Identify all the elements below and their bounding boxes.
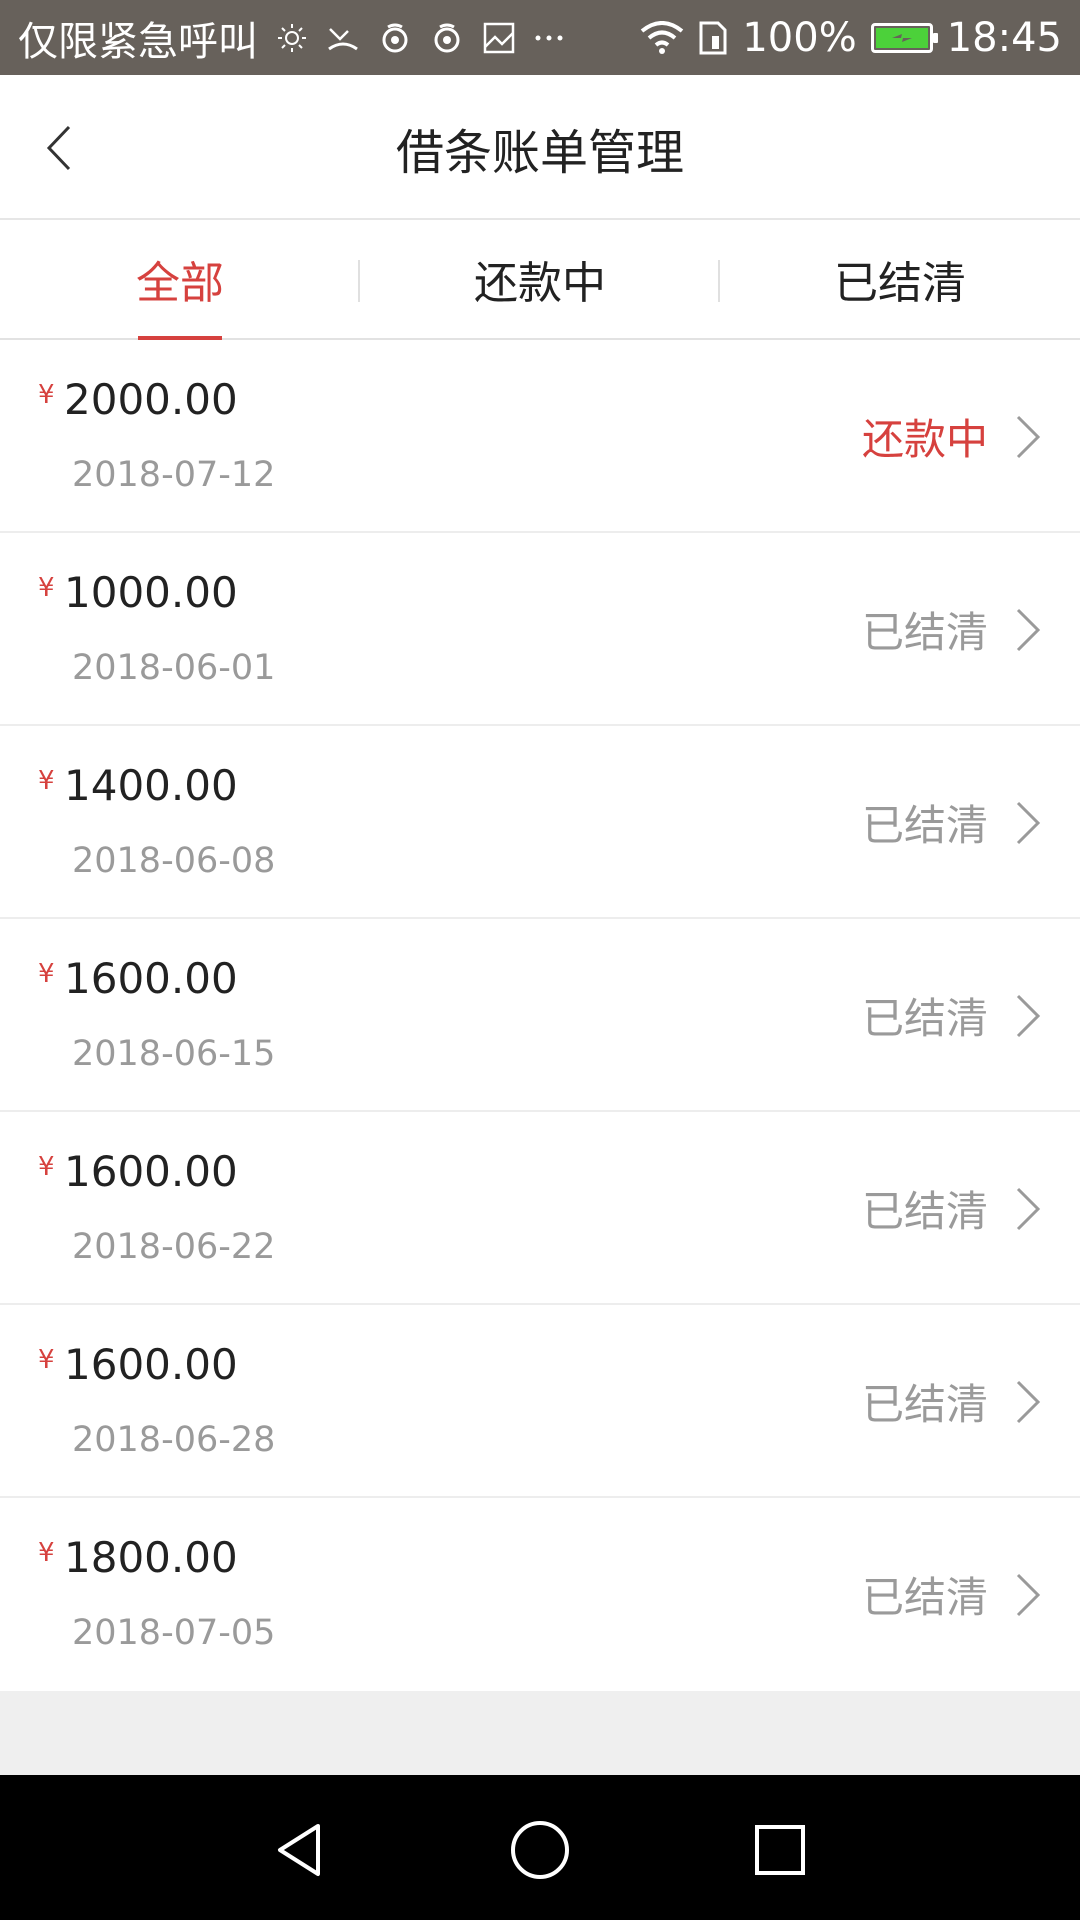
bill-row[interactable]: ¥ 1600.00 2018-06-15 已结清	[0, 919, 1080, 1112]
bill-amount: 1800.00	[64, 1533, 238, 1582]
home-circle-icon	[511, 1821, 569, 1879]
bill-row[interactable]: ¥ 1600.00 2018-06-28 已结清	[0, 1305, 1080, 1498]
recents-square-icon	[755, 1825, 805, 1875]
currency-symbol: ¥	[38, 1538, 55, 1568]
currency-symbol: ¥	[38, 573, 55, 603]
bill-amount: 1600.00	[64, 954, 238, 1003]
bill-row[interactable]: ¥ 1800.00 2018-07-05 已结清	[0, 1498, 1080, 1691]
page-title: 借条账单管理	[395, 124, 684, 181]
chevron-right-icon	[1016, 1573, 1041, 1617]
bill-row[interactable]: ¥ 1600.00 2018-06-22 已结清	[0, 1112, 1080, 1305]
bill-date: 2018-06-28	[72, 1420, 276, 1460]
tab-repaying[interactable]: 还款中	[360, 220, 720, 338]
app-notification-icon	[430, 21, 464, 55]
nav-home-button[interactable]	[495, 1805, 585, 1895]
nav-recents-button[interactable]	[735, 1805, 825, 1895]
clock: 18:45	[946, 14, 1062, 61]
carrier-text: 仅限紧急呼叫	[18, 18, 258, 65]
app-notification-icon	[378, 21, 412, 55]
chevron-right-icon	[1016, 994, 1041, 1038]
currency-symbol: ¥	[38, 959, 55, 989]
chevron-left-icon	[46, 125, 71, 171]
chevron-right-icon	[1016, 801, 1041, 845]
tab-label: 已结清	[834, 258, 966, 309]
currency-symbol: ¥	[38, 766, 55, 796]
bill-amount: 2000.00	[64, 375, 238, 424]
bill-date: 2018-06-01	[72, 648, 276, 688]
sim-icon	[698, 20, 728, 56]
bill-row[interactable]: ¥ 1400.00 2018-06-08 已结清	[0, 726, 1080, 919]
status-bar: 仅限紧急呼叫 100% 18:45	[0, 0, 1080, 75]
missed-call-icon	[326, 21, 360, 55]
bill-status: 还款中	[861, 415, 988, 464]
bill-status: 已结清	[861, 994, 988, 1043]
bill-amount: 1600.00	[64, 1340, 238, 1389]
tab-label: 全部	[136, 258, 224, 309]
bill-status: 已结清	[861, 1187, 988, 1236]
back-triangle-icon	[278, 1824, 320, 1876]
image-icon	[482, 21, 516, 55]
bill-amount: 1000.00	[64, 568, 238, 617]
app-header: 借条账单管理	[0, 75, 1080, 220]
back-button[interactable]	[28, 115, 88, 181]
bill-date: 2018-06-15	[72, 1034, 276, 1074]
tab-label: 还款中	[474, 258, 606, 309]
currency-symbol: ¥	[38, 1152, 55, 1182]
bill-status: 已结清	[861, 608, 988, 657]
filter-tabs: 全部 还款中 已结清	[0, 220, 1080, 340]
chevron-right-icon	[1016, 1187, 1041, 1231]
bill-amount: 1400.00	[64, 761, 238, 810]
bill-status: 已结清	[861, 1380, 988, 1429]
currency-symbol: ¥	[38, 380, 55, 410]
system-nav-bar	[0, 1775, 1080, 1920]
bill-amount: 1600.00	[64, 1147, 238, 1196]
bill-status: 已结清	[861, 801, 988, 850]
chevron-right-icon	[1016, 415, 1041, 459]
brightness-icon	[276, 22, 308, 54]
currency-symbol: ¥	[38, 1345, 55, 1375]
bill-date: 2018-06-22	[72, 1227, 276, 1267]
tab-settled[interactable]: 已结清	[720, 220, 1080, 338]
more-icon	[534, 33, 564, 43]
chevron-right-icon	[1016, 608, 1041, 652]
tab-all[interactable]: 全部	[0, 220, 360, 340]
bill-status: 已结清	[861, 1573, 988, 1622]
bill-list: ¥ 2000.00 2018-07-12 还款中 ¥ 1000.00 2018-…	[0, 340, 1080, 1691]
bill-row[interactable]: ¥ 2000.00 2018-07-12 还款中	[0, 340, 1080, 533]
nav-back-button[interactable]	[255, 1805, 345, 1895]
bill-row[interactable]: ¥ 1000.00 2018-06-01 已结清	[0, 533, 1080, 726]
bill-date: 2018-06-08	[72, 841, 276, 881]
chevron-right-icon	[1016, 1380, 1041, 1424]
battery-percent: 100%	[742, 14, 857, 61]
wifi-icon	[640, 20, 684, 55]
bill-date: 2018-07-12	[72, 455, 276, 495]
battery-charging-icon	[870, 22, 938, 53]
bill-date: 2018-07-05	[72, 1613, 276, 1653]
